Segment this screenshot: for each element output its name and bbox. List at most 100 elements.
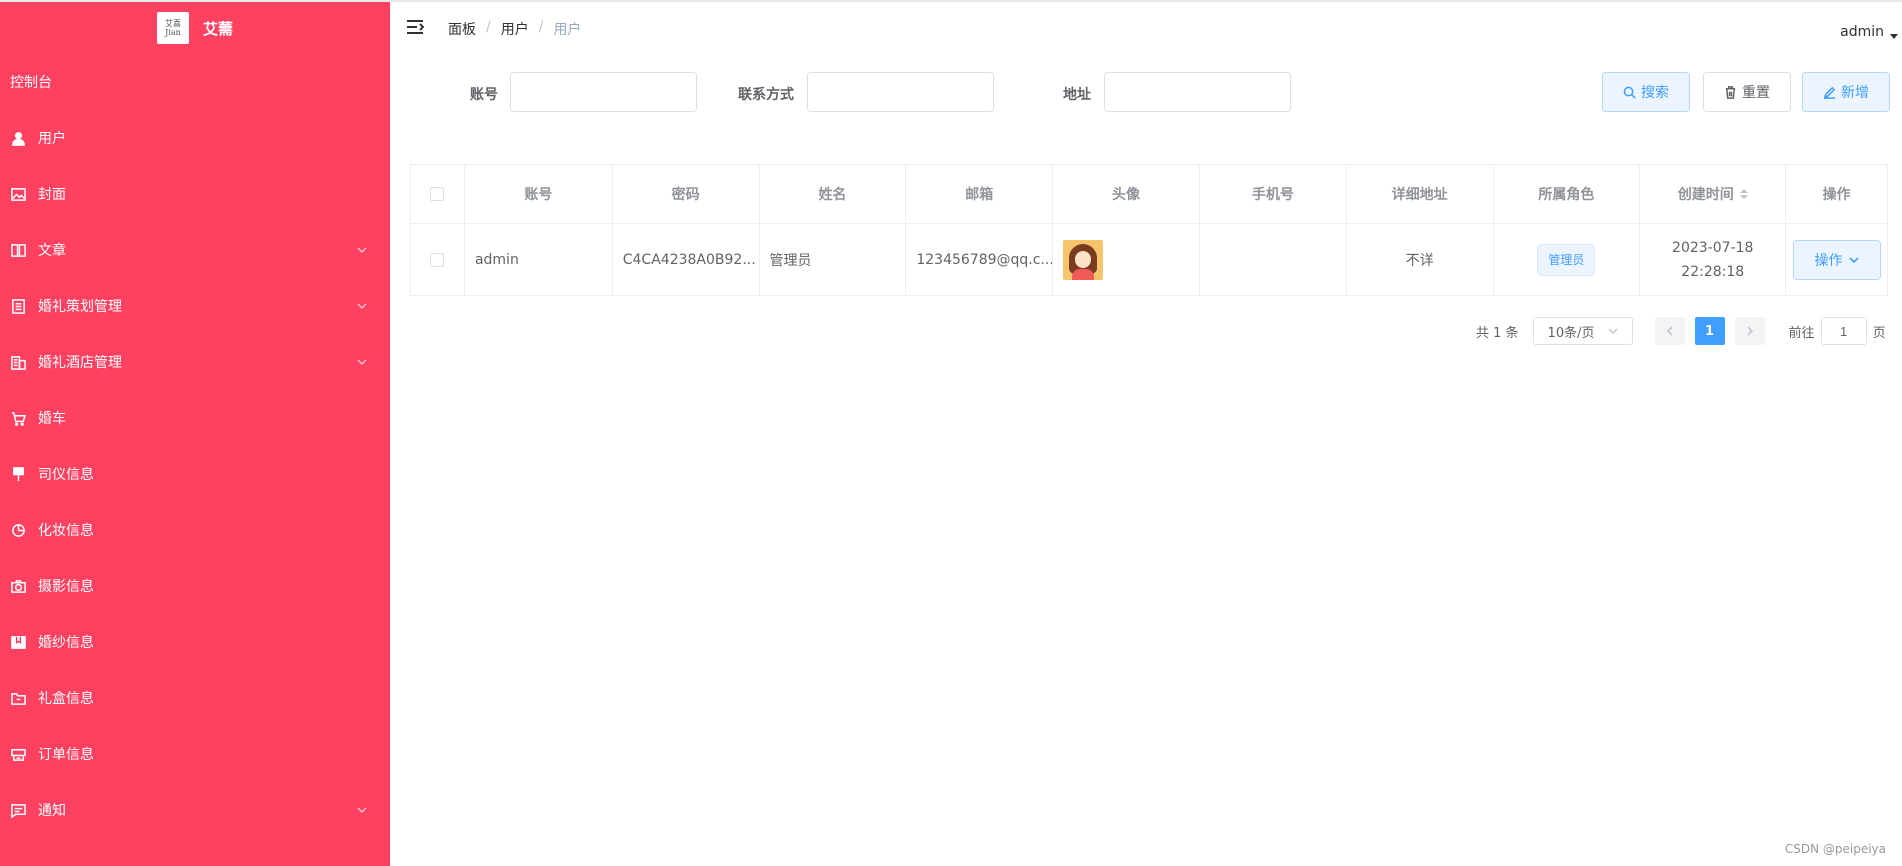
sidebar-item-article[interactable]: 文章 (0, 222, 390, 278)
breadcrumb-item-current: 用户 (553, 22, 582, 38)
page-number-current[interactable]: 1 (1694, 317, 1725, 345)
sidebar-item-cover[interactable]: 封面 (0, 166, 390, 222)
sidebar-item-wedding-hotel[interactable]: 婚礼酒店管理 (0, 334, 390, 390)
add-button[interactable]: 新增 (1802, 72, 1890, 112)
column-header-created-label: 创建时间 (1677, 187, 1734, 203)
cell-address: 不详 (1347, 224, 1494, 295)
sidebar-item-label: 用户 (38, 131, 66, 147)
column-header-avatar: 头像 (1053, 165, 1200, 223)
column-header-password: 密码 (613, 165, 760, 223)
action-dropdown-button[interactable]: 操作 (1792, 239, 1881, 280)
sidebar-item-label: 化妆信息 (38, 523, 94, 539)
cell-created: 2023-07-18 22:28:18 (1640, 224, 1787, 295)
cell-avatar (1053, 224, 1200, 295)
chevron-down-icon (1848, 256, 1859, 263)
pie-icon (10, 522, 26, 538)
user-icon (10, 130, 26, 146)
account-input[interactable] (510, 72, 697, 112)
sidebar-item-label: 婚纱信息 (38, 635, 94, 651)
sidebar-item-label: 订单信息 (38, 747, 94, 763)
breadcrumb-separator: / (538, 19, 544, 35)
sidebar-item-label: 通知 (38, 803, 66, 819)
sidebar-item-label: 封面 (38, 187, 66, 203)
breadcrumb-item-dashboard[interactable]: 面板 (448, 19, 476, 39)
reset-button[interactable]: 重置 (1703, 72, 1791, 112)
search-button-label: 搜索 (1641, 85, 1669, 101)
next-page-button[interactable] (1734, 317, 1765, 345)
cell-role: 管理员 (1494, 224, 1641, 295)
box-icon (10, 746, 26, 762)
goto-page-input[interactable] (1820, 317, 1867, 345)
building-icon (10, 354, 26, 370)
sidebar-item-order-info[interactable]: 订单信息 (0, 726, 390, 782)
sort-icon[interactable] (1739, 189, 1748, 199)
chevron-right-icon (1746, 326, 1753, 336)
select-all-checkbox[interactable] (430, 187, 445, 201)
search-icon (1623, 86, 1636, 99)
address-input[interactable] (1104, 72, 1291, 112)
column-header-address: 详细地址 (1347, 165, 1494, 223)
sidebar-menu: 控制台 用户 封面 文章 婚礼策划管理 婚礼酒店管理 婚车 司仪信息 化妆信息 … (0, 54, 390, 838)
sidebar-item-makeup-info[interactable]: 化妆信息 (0, 502, 390, 558)
chevron-down-icon (356, 356, 368, 368)
account-label: 账号 (470, 87, 498, 103)
sidebar-item-photo-info[interactable]: 摄影信息 (0, 558, 390, 614)
row-checkbox[interactable] (430, 252, 445, 267)
sidebar-item-host-info[interactable]: 司仪信息 (0, 446, 390, 502)
breadcrumb-separator: / (486, 19, 491, 35)
caret-down-icon (1890, 33, 1898, 39)
table-row: admin C4CA4238A0B92... 管理员 123456789@qq.… (411, 224, 1887, 295)
chevron-down-icon (1608, 328, 1618, 334)
avatar[interactable] (1063, 239, 1104, 280)
chevron-down-icon (356, 244, 368, 256)
brush-icon (10, 466, 26, 482)
page-size-value: 10条/页 (1547, 325, 1595, 341)
cart-icon (10, 410, 26, 426)
breadcrumb-item-user[interactable]: 用户 (501, 19, 529, 39)
page-size-select[interactable]: 10条/页 (1532, 317, 1633, 345)
sidebar-item-notice[interactable]: 通知 (0, 782, 390, 838)
cell-action: 操作 (1786, 224, 1887, 295)
picture-icon (10, 186, 26, 202)
sidebar-item-label: 礼盒信息 (38, 691, 94, 707)
book-icon (10, 242, 26, 258)
address-label: 地址 (1063, 87, 1091, 103)
column-header-created[interactable]: 创建时间 (1640, 165, 1787, 223)
column-header-name: 姓名 (760, 165, 907, 223)
sidebar-item-wedding-planning[interactable]: 婚礼策划管理 (0, 278, 390, 334)
created-time: 2023-07-18 22:28:18 (1672, 239, 1754, 280)
column-header-email: 邮箱 (906, 165, 1054, 223)
folder-icon (10, 690, 26, 706)
cell-account: admin (465, 224, 613, 295)
chevron-down-icon (356, 300, 368, 312)
sidebar-item-label: 婚车 (38, 411, 66, 427)
action-button-label: 操作 (1814, 252, 1843, 269)
user-dropdown[interactable]: admin (1840, 24, 1898, 40)
page-suffix: 页 (1872, 325, 1886, 341)
sidebar-item-dress-info[interactable]: 婚纱信息 (0, 614, 390, 670)
prev-page-button[interactable] (1654, 317, 1685, 345)
user-name: admin (1840, 24, 1884, 40)
sidebar-item-dashboard[interactable]: 控制台 (0, 54, 390, 110)
select-all-cell (411, 165, 465, 223)
sidebar-item-giftbox-info[interactable]: 礼盒信息 (0, 670, 390, 726)
column-header-role: 所属角色 (1494, 165, 1641, 223)
contact-input[interactable] (807, 72, 994, 112)
sidebar-item-label: 摄影信息 (38, 579, 94, 595)
search-button[interactable]: 搜索 (1602, 72, 1690, 112)
chevron-left-icon (1666, 326, 1673, 336)
cell-phone (1200, 224, 1347, 295)
pagination-total: 共 1 条 (1476, 325, 1519, 341)
document-icon (10, 298, 26, 314)
sidebar: 艾喜 Jian 艾薷 控制台 用户 封面 文章 婚礼策划管理 婚礼酒店管理 婚车… (0, 0, 390, 866)
sidebar-item-wedding-car[interactable]: 婚车 (0, 390, 390, 446)
camera-icon (10, 578, 26, 594)
brand: 艾喜 Jian 艾薷 (0, 2, 390, 54)
sidebar-item-label: 婚礼酒店管理 (38, 355, 122, 371)
sidebar-item-user[interactable]: 用户 (0, 110, 390, 166)
cell-name: 管理员 (760, 224, 907, 295)
menu-toggle-icon[interactable] (406, 19, 425, 35)
sidebar-item-label: 司仪信息 (38, 467, 94, 483)
sidebar-item-label: 婚礼策划管理 (38, 299, 122, 315)
add-button-label: 新增 (1841, 85, 1869, 101)
